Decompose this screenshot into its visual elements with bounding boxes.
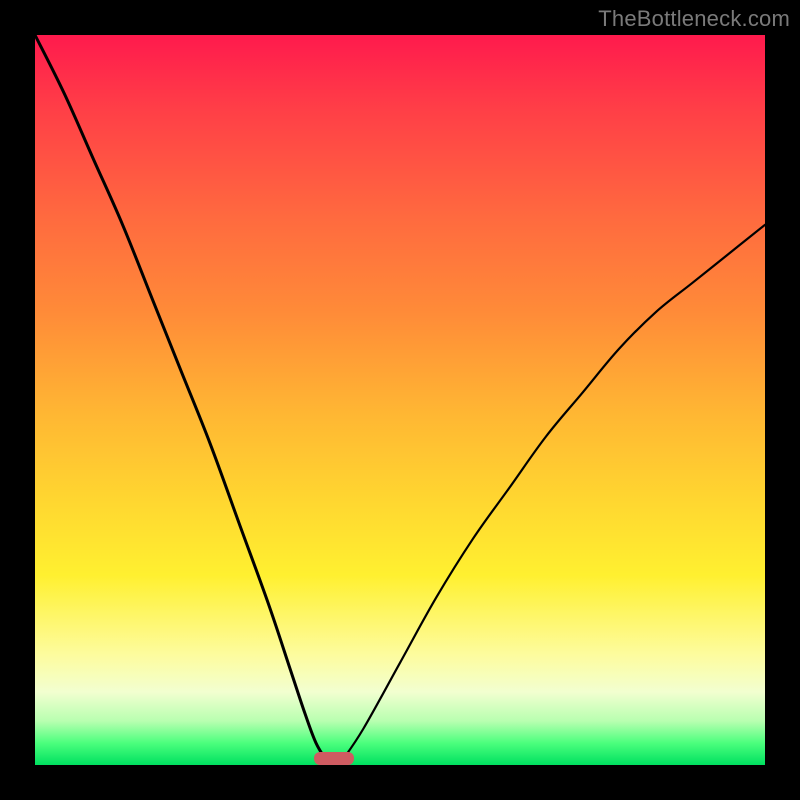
curve-left-branch (35, 35, 327, 761)
curve-right-branch (342, 225, 765, 762)
chart-frame: TheBottleneck.com (0, 0, 800, 800)
optimum-marker (314, 752, 354, 765)
watermark-text: TheBottleneck.com (598, 6, 790, 32)
bottleneck-curve (35, 35, 765, 765)
plot-area (35, 35, 765, 765)
